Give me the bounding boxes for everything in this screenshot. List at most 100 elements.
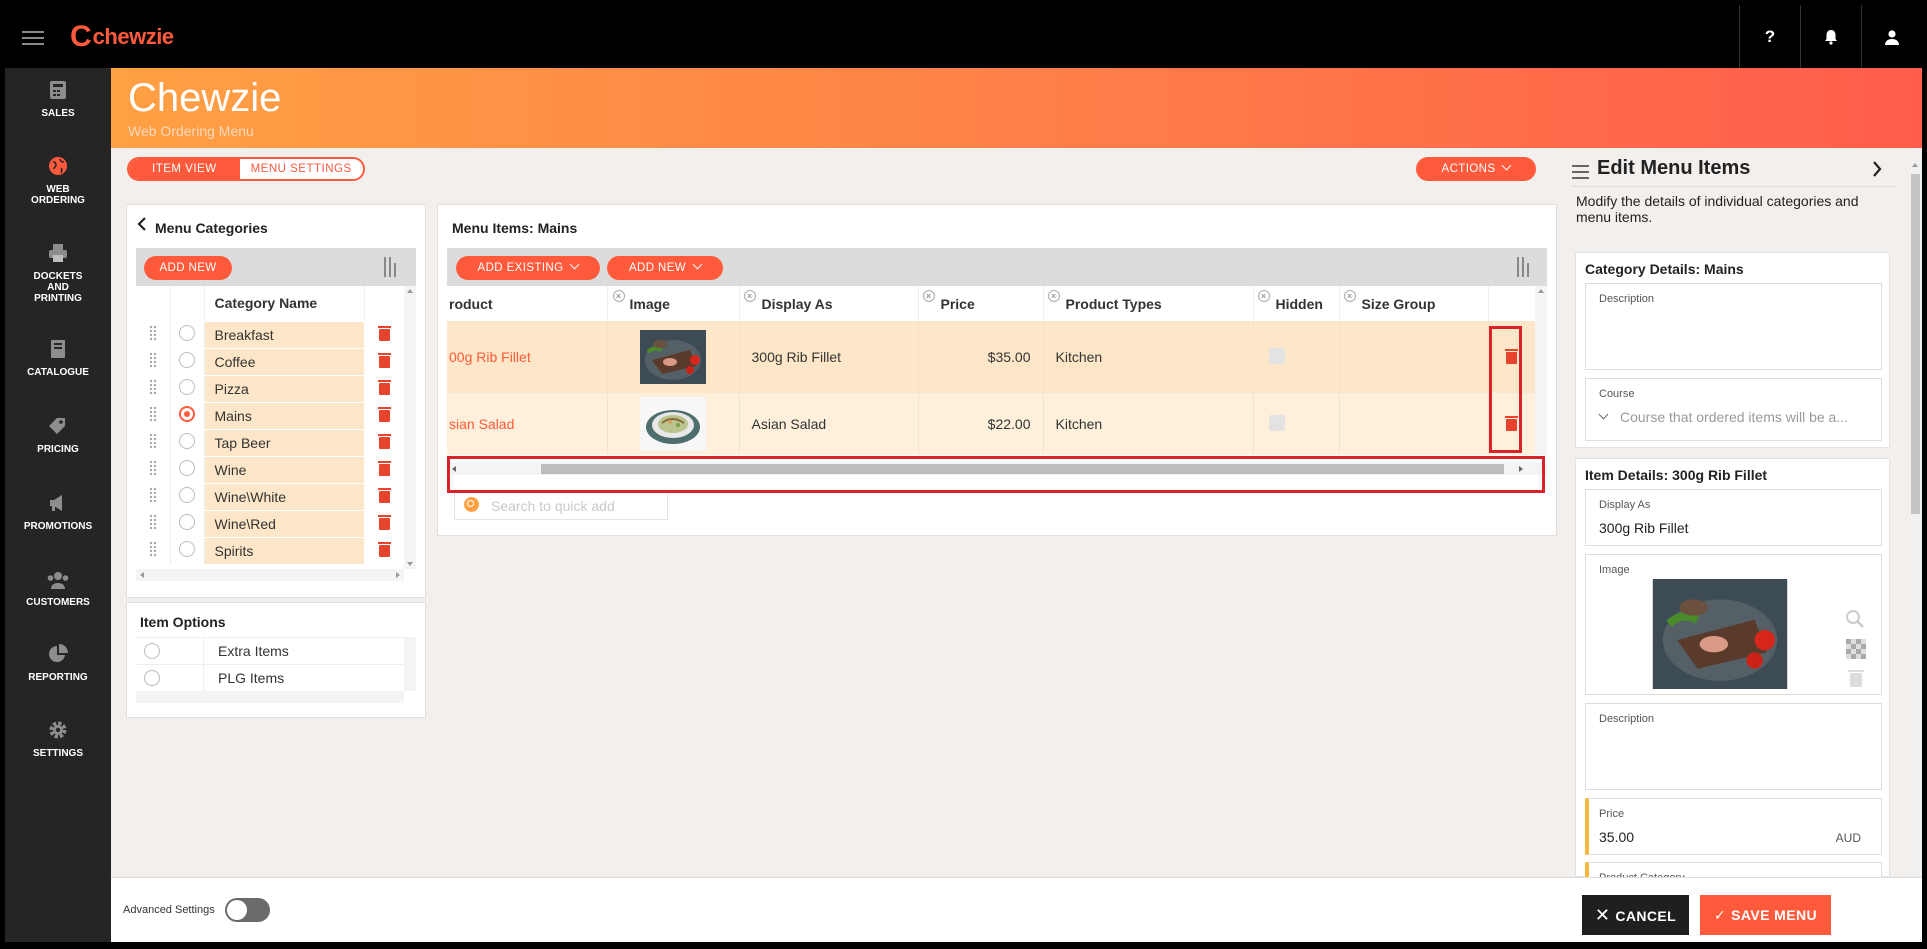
drag-handle-icon[interactable]	[148, 514, 157, 530]
category-name[interactable]: Tap Beer	[204, 429, 364, 457]
table-row[interactable]: sian Salad Asian Salad $22.00 Kitchen	[447, 393, 1535, 455]
hidden-checkbox[interactable]	[1268, 414, 1285, 431]
delete-category-icon[interactable]	[377, 514, 391, 530]
user-icon[interactable]	[1861, 5, 1922, 68]
add-existing-button[interactable]: ADD EXISTING	[456, 256, 600, 280]
cancel-button[interactable]: ✕ CANCEL	[1582, 895, 1689, 935]
drag-handle-icon[interactable]	[148, 406, 157, 422]
item-image-cell[interactable]	[607, 393, 740, 455]
category-row[interactable]: Tap Beer	[136, 429, 404, 457]
chevron-right-icon[interactable]	[1872, 161, 1882, 177]
item-image-cell[interactable]	[607, 321, 740, 393]
hidden-checkbox[interactable]	[1268, 347, 1285, 364]
column-header-display-as[interactable]: × Display As	[739, 286, 919, 321]
remove-column-icon[interactable]: ×	[1257, 290, 1270, 302]
course-select[interactable]: Course Course that ordered items will be…	[1585, 378, 1882, 441]
delete-category-icon[interactable]	[377, 487, 391, 503]
category-name[interactable]: Mains	[204, 402, 364, 430]
menu-settings-tab[interactable]: MENU SETTINGS	[240, 159, 363, 179]
item-option-radio[interactable]	[144, 643, 160, 659]
category-row[interactable]: Spirits	[136, 537, 404, 565]
categories-horizontal-scrollbar[interactable]	[136, 569, 404, 581]
list-item[interactable]: Extra Items	[136, 638, 404, 665]
items-vertical-scrollbar[interactable]	[1535, 286, 1547, 455]
category-radio[interactable]	[179, 460, 195, 476]
sidebar-item-web-ordering[interactable]: WEB ORDERING	[5, 156, 111, 206]
remove-column-icon[interactable]: ×	[1343, 290, 1356, 302]
category-radio[interactable]	[179, 514, 195, 530]
actions-button[interactable]: ACTIONS	[1416, 157, 1536, 181]
category-radio[interactable]	[179, 325, 195, 341]
delete-category-icon[interactable]	[377, 433, 391, 449]
remove-column-icon[interactable]: ×	[1047, 290, 1060, 302]
category-description-field[interactable]: Description	[1585, 283, 1882, 370]
column-header-product-types[interactable]: × Product Types	[1043, 286, 1254, 321]
category-name[interactable]: Wine\Red	[204, 510, 364, 538]
sidebar-item-reporting[interactable]: REPORTING	[5, 644, 111, 683]
delete-category-icon[interactable]	[377, 325, 391, 341]
hamburger-menu-icon[interactable]	[22, 31, 44, 47]
item-option-radio[interactable]	[144, 670, 160, 686]
delete-category-icon[interactable]	[377, 406, 391, 422]
drag-handle-icon[interactable]	[148, 352, 157, 368]
column-header-hidden[interactable]: × Hidden	[1253, 286, 1340, 321]
scrollbar-thumb[interactable]	[1911, 174, 1920, 514]
add-new-item-button[interactable]: ADD NEW	[607, 256, 723, 280]
column-header-product[interactable]: roduct	[447, 286, 608, 321]
category-row[interactable]: Mains	[136, 402, 404, 430]
category-name[interactable]: Spirits	[204, 537, 364, 565]
transparency-icon[interactable]	[1846, 639, 1866, 659]
options-vertical-scrollbar[interactable]	[404, 637, 416, 691]
app-logo[interactable]: C chewzie	[70, 21, 174, 53]
category-row[interactable]: Coffee	[136, 348, 404, 376]
category-row[interactable]: Wine\White	[136, 483, 404, 511]
delete-category-icon[interactable]	[377, 379, 391, 395]
categories-vertical-scrollbar[interactable]	[404, 286, 416, 569]
drag-handle-icon[interactable]	[148, 379, 157, 395]
table-row[interactable]: 00g Rib Fillet 300g Rib Fillet $35.00 Ki…	[447, 321, 1535, 393]
sidebar-item-catalogue[interactable]: CATALOGUE	[5, 339, 111, 378]
help-icon[interactable]: ?	[1739, 5, 1800, 68]
category-radio[interactable]	[179, 406, 195, 422]
item-description-field[interactable]: Description	[1585, 703, 1882, 790]
column-header-price[interactable]: × Price	[918, 286, 1044, 321]
category-radio[interactable]	[179, 541, 195, 557]
display-as-field[interactable]: Display As 300g Rib Fillet	[1585, 489, 1882, 546]
drag-handle-icon[interactable]	[148, 487, 157, 503]
delete-category-icon[interactable]	[377, 541, 391, 557]
category-radio[interactable]	[179, 487, 195, 503]
add-new-category-button[interactable]: ADD NEW	[144, 256, 232, 280]
edit-panel-scrollbar[interactable]	[1909, 160, 1922, 877]
remove-column-icon[interactable]: ×	[612, 290, 625, 302]
category-name[interactable]: Breakfast	[204, 321, 364, 349]
category-name[interactable]: Pizza	[204, 375, 364, 403]
delete-image-icon[interactable]	[1848, 669, 1864, 687]
drag-handle-icon[interactable]	[148, 325, 157, 341]
remove-column-icon[interactable]: ×	[922, 290, 935, 302]
category-name[interactable]: Wine	[204, 456, 364, 484]
menu-lines-icon[interactable]	[1572, 165, 1589, 179]
category-name[interactable]: Wine\White	[204, 483, 364, 511]
category-radio[interactable]	[179, 352, 195, 368]
category-name[interactable]: Coffee	[204, 348, 364, 376]
sidebar-item-pricing[interactable]: PRICING	[5, 416, 111, 455]
zoom-icon[interactable]	[1845, 609, 1865, 629]
drag-handle-icon[interactable]	[148, 541, 157, 557]
price-field[interactable]: Price 35.00 AUD	[1585, 798, 1882, 855]
delete-category-icon[interactable]	[377, 352, 391, 368]
save-menu-button[interactable]: ✓ SAVE MENU	[1700, 895, 1831, 935]
column-chooser-icon[interactable]	[1517, 257, 1533, 277]
advanced-settings-toggle[interactable]	[225, 898, 270, 922]
image-field[interactable]: Image	[1585, 554, 1882, 695]
category-radio[interactable]	[179, 379, 195, 395]
drag-handle-icon[interactable]	[148, 460, 157, 476]
column-header-size-group[interactable]: × Size Group	[1339, 286, 1489, 321]
options-horizontal-scrollbar[interactable]	[136, 691, 404, 703]
quick-add-search[interactable]: Search to quick add	[454, 492, 668, 520]
sidebar-item-customers[interactable]: CUSTOMERS	[5, 571, 111, 608]
category-row[interactable]: Wine	[136, 456, 404, 484]
item-view-tab[interactable]: ITEM VIEW	[129, 159, 240, 179]
sidebar-item-settings[interactable]: SETTINGS	[5, 720, 111, 759]
delete-category-icon[interactable]	[377, 460, 391, 476]
column-chooser-icon[interactable]	[384, 257, 400, 277]
